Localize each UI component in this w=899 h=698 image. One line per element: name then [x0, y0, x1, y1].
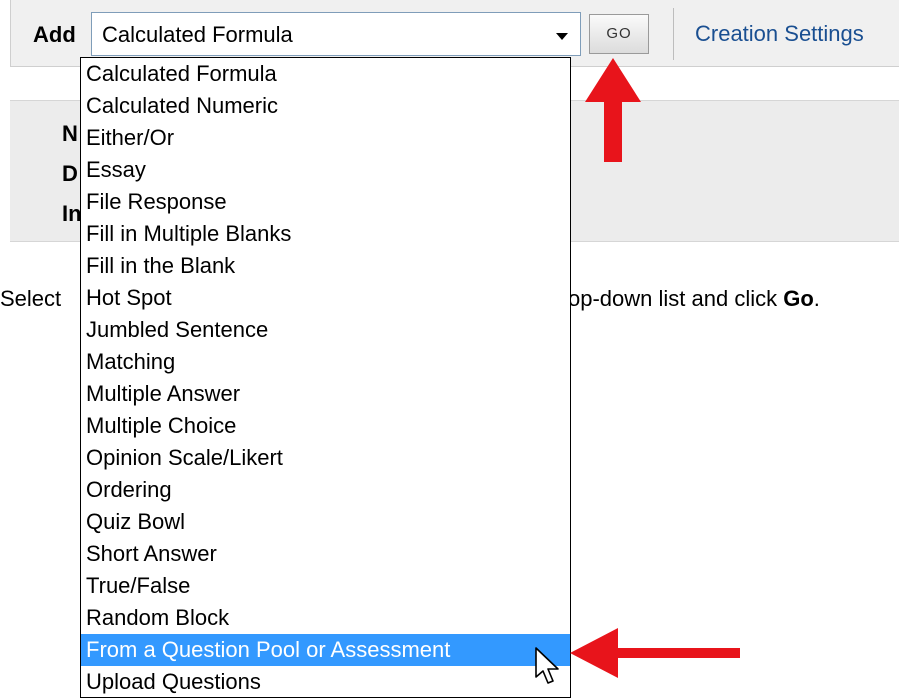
info-line-3: In — [62, 201, 82, 226]
question-type-dropdown-list[interactable]: Calculated Formula Calculated Numeric Eith… — [80, 57, 571, 698]
add-label: Add — [33, 22, 76, 47]
instructions-suffix: . — [813, 286, 820, 311]
dropdown-option[interactable]: Calculated Numeric — [81, 90, 570, 122]
instructions-go: Go — [783, 286, 814, 311]
dropdown-option[interactable]: Multiple Choice — [81, 410, 570, 442]
dropdown-option[interactable]: Opinion Scale/Likert — [81, 442, 570, 474]
dropdown-option[interactable]: Fill in Multiple Blanks — [81, 218, 570, 250]
toolbar-divider — [673, 8, 674, 60]
select-current-value: Calculated Formula — [102, 22, 293, 47]
annotation-arrow-up-icon — [585, 58, 641, 162]
creation-settings-link[interactable]: Creation Settings — [695, 21, 864, 47]
dropdown-option[interactable]: Fill in the Blank — [81, 250, 570, 282]
instructions-text-left: Select — [0, 286, 62, 311]
dropdown-option[interactable]: Upload Questions — [81, 666, 570, 697]
dropdown-option[interactable]: Calculated Formula — [81, 58, 570, 90]
info-line-1: N — [62, 121, 78, 146]
info-line-2: D — [62, 161, 78, 186]
instructions-prefix: op-down list and click — [568, 286, 784, 311]
go-button[interactable]: GO — [589, 14, 649, 54]
dropdown-option[interactable]: Jumbled Sentence — [81, 314, 570, 346]
annotation-arrow-left-icon — [570, 628, 740, 678]
instructions-text-right: op-down list and click Go. — [568, 286, 820, 312]
dropdown-option[interactable]: Hot Spot — [81, 282, 570, 314]
mouse-cursor-icon — [535, 647, 559, 684]
chevron-down-icon[interactable] — [556, 33, 568, 40]
dropdown-option[interactable]: Quiz Bowl — [81, 506, 570, 538]
dropdown-option[interactable]: Either/Or — [81, 122, 570, 154]
dropdown-option[interactable]: Multiple Answer — [81, 378, 570, 410]
dropdown-option[interactable]: Essay — [81, 154, 570, 186]
dropdown-option[interactable]: Ordering — [81, 474, 570, 506]
dropdown-option[interactable]: True/False — [81, 570, 570, 602]
dropdown-option[interactable]: Random Block — [81, 602, 570, 634]
dropdown-option[interactable]: Short Answer — [81, 538, 570, 570]
dropdown-option[interactable]: File Response — [81, 186, 570, 218]
question-type-select[interactable]: Calculated Formula — [91, 12, 581, 56]
dropdown-option[interactable]: From a Question Pool or Assessment — [81, 634, 570, 666]
dropdown-option[interactable]: Matching — [81, 346, 570, 378]
